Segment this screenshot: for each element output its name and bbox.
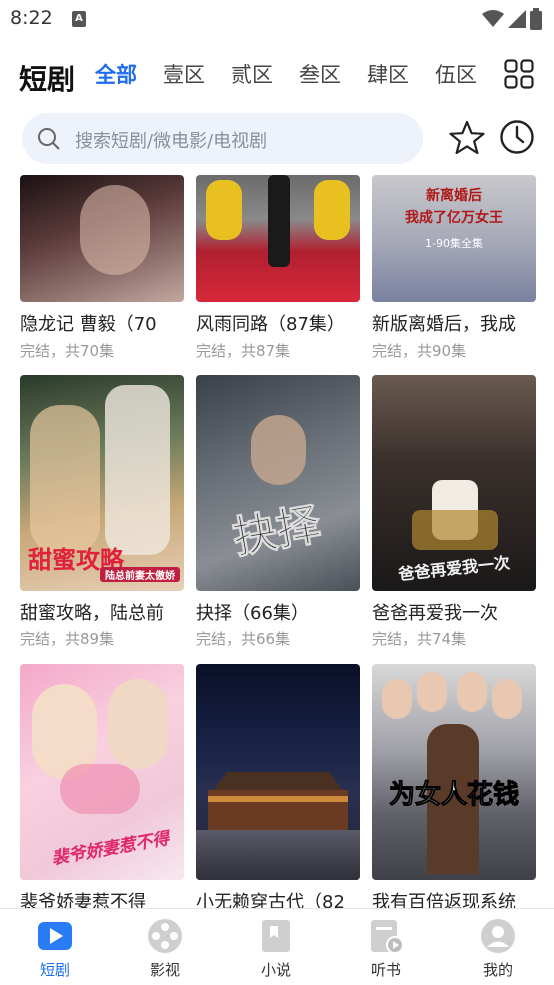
card-title: 隐龙记 曹毅（70 — [20, 314, 157, 335]
card-title: 爸爸再爱我一次 — [372, 603, 498, 624]
drama-card[interactable]: 隐龙记 曹毅（70 完结，共70集 — [20, 175, 184, 365]
status-bar: 8:22 A — [0, 0, 554, 38]
status-time: 8:22 — [10, 7, 53, 29]
search-icon — [38, 128, 60, 150]
card-title: 新版离婚后，我成 — [372, 314, 516, 335]
nav-item-profile[interactable]: 我的 — [443, 909, 553, 985]
search-placeholder: 搜索短剧/微电影/电视剧 — [75, 131, 268, 152]
card-subtitle: 完结，共89集 — [20, 630, 115, 648]
film-reel-icon — [148, 919, 182, 953]
grid-icon[interactable] — [504, 59, 534, 89]
card-title: 小无赖穿古代（82 — [196, 892, 345, 908]
card-title: 我有百倍返现系统 — [372, 892, 516, 908]
tab-zone-5[interactable]: 伍区 — [435, 59, 503, 89]
poster-text: 为女人花钱 — [388, 780, 519, 811]
notification-icon: A — [72, 11, 86, 27]
poster-image — [196, 664, 360, 880]
poster-text: 我成了亿万女王 — [405, 210, 503, 226]
poster-image: 新离婚后 我成了亿万女王 1-90集全集 — [372, 175, 536, 302]
card-title: 抉择（66集） — [196, 603, 309, 624]
tab-all[interactable]: 全部 — [95, 59, 163, 89]
header: 短剧 全部 壹区 贰区 叁区 肆区 伍区 — [0, 50, 554, 102]
category-tabs: 全部 壹区 贰区 叁区 肆区 伍区 — [95, 59, 503, 89]
poster-image: 为女人花钱 — [372, 664, 536, 880]
poster-image: 抉择 — [196, 375, 360, 591]
drama-card[interactable]: 抉择 抉择（66集） 完结，共66集 — [196, 375, 360, 655]
wifi-icon — [482, 10, 504, 27]
poster-image: 裴爷娇妻惹不得 — [20, 664, 184, 880]
tab-zone-4[interactable]: 肆区 — [367, 59, 435, 89]
card-subtitle: 完结，共90集 — [372, 342, 467, 360]
poster-text: 裴爷娇妻惹不得 — [50, 828, 171, 870]
nav-label: 我的 — [482, 961, 513, 979]
poster-text: 爸爸再爱我一次 — [397, 553, 511, 584]
nav-label: 短剧 — [39, 961, 70, 979]
poster-text: 抉择 — [229, 498, 326, 565]
clock-icon[interactable] — [499, 119, 535, 155]
bottom-nav: 短剧 影视 小说 听书 我的 — [0, 908, 554, 985]
nav-item-movies[interactable]: 影视 — [110, 909, 220, 985]
tab-zone-3[interactable]: 叁区 — [299, 59, 367, 89]
nav-item-novels[interactable]: 小说 — [221, 909, 331, 985]
status-icons — [482, 8, 542, 30]
tab-zone-1[interactable]: 壹区 — [163, 59, 231, 89]
nav-label: 小说 — [260, 961, 291, 979]
nav-label: 影视 — [149, 961, 180, 979]
audiobook-icon — [371, 920, 404, 954]
profile-icon — [481, 919, 515, 953]
card-title: 甜蜜攻略，陆总前 — [20, 603, 164, 624]
tab-zone-2[interactable]: 贰区 — [231, 59, 299, 89]
drama-card[interactable]: 裴爷娇妻惹不得 裴爷娇妻惹不得 — [20, 664, 184, 908]
card-subtitle: 完结，共87集 — [196, 342, 291, 360]
search-input[interactable]: 搜索短剧/微电影/电视剧 — [22, 113, 423, 164]
page-title: 短剧 — [19, 63, 76, 96]
book-icon — [262, 920, 290, 952]
nav-label: 听书 — [370, 961, 401, 979]
card-subtitle: 完结，共70集 — [20, 342, 115, 360]
nav-item-audiobooks[interactable]: 听书 — [331, 909, 441, 985]
nav-item-short-drama[interactable]: 短剧 — [0, 909, 110, 985]
poster-image — [196, 175, 360, 302]
card-subtitle: 完结，共66集 — [196, 630, 291, 648]
battery-icon — [530, 8, 542, 30]
drama-grid: 隐龙记 曹毅（70 完结，共70集 风雨同路（87集） 完结，共87集 新离婚后… — [0, 175, 554, 908]
play-icon — [38, 922, 72, 950]
poster-text: 新离婚后 — [426, 188, 482, 204]
drama-card[interactable]: 风雨同路（87集） 完结，共87集 — [196, 175, 360, 365]
poster-image: 甜蜜攻略 陆总前妻太傲娇 — [20, 375, 184, 591]
drama-card[interactable]: 爸爸再爱我一次 爸爸再爱我一次 完结，共74集 — [372, 375, 536, 655]
card-subtitle: 完结，共74集 — [372, 630, 467, 648]
poster-text: 陆总前妻太傲娇 — [100, 567, 180, 582]
poster-image: 爸爸再爱我一次 — [372, 375, 536, 591]
drama-card[interactable]: 新离婚后 我成了亿万女王 1-90集全集 新版离婚后，我成 完结，共90集 — [372, 175, 536, 365]
drama-card[interactable]: 为女人花钱 我有百倍返现系统 — [372, 664, 536, 908]
drama-card[interactable]: 甜蜜攻略 陆总前妻太傲娇 甜蜜攻略，陆总前 完结，共89集 — [20, 375, 184, 655]
card-title: 风雨同路（87集） — [196, 314, 345, 335]
card-title: 裴爷娇妻惹不得 — [20, 892, 146, 908]
star-icon[interactable] — [448, 120, 486, 156]
drama-card[interactable]: 小无赖穿古代（82 — [196, 664, 360, 908]
poster-image — [20, 175, 184, 302]
poster-text: 1-90集全集 — [425, 237, 483, 250]
signal-icon — [508, 10, 526, 28]
